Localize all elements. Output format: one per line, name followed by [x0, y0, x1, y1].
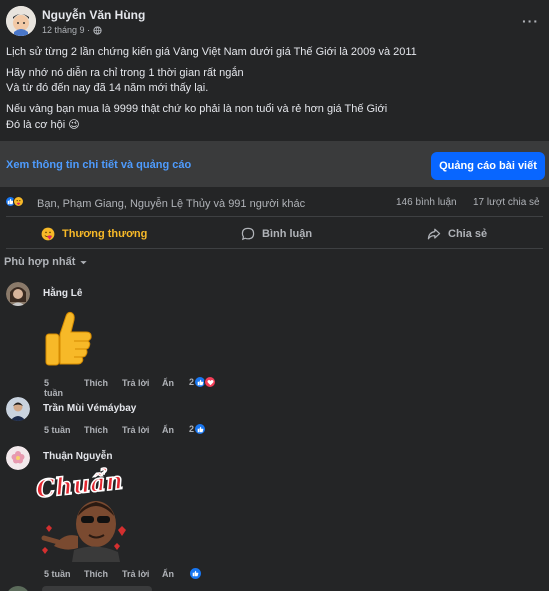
comment-button[interactable]: Bình luận	[240, 226, 312, 242]
author-avatar[interactable]	[6, 6, 36, 36]
comment-hide-button[interactable]: Ẩn	[162, 569, 174, 579]
react-label: Thương thương	[62, 228, 148, 240]
comment-reaction-summary[interactable]	[189, 567, 202, 580]
care-reaction-icon	[13, 196, 24, 207]
react-button[interactable]: Thương thương	[40, 226, 147, 242]
comment-reply-button[interactable]: Trả lời	[122, 378, 149, 388]
author-name[interactable]: Nguyễn Văn Hùng	[42, 8, 145, 22]
chuan-sticker[interactable]: Chuẩn	[34, 465, 134, 562]
cartoon-character-icon	[41, 501, 126, 562]
person-photo-icon	[6, 282, 30, 306]
comment-time[interactable]: 5 tuần	[44, 569, 71, 579]
post-time[interactable]: 12 tháng 9 ·	[42, 25, 102, 35]
comment-time[interactable]: 5 tuần	[44, 425, 71, 435]
comment-icon	[241, 227, 255, 241]
share-count[interactable]: 17 lượt chia sẻ	[473, 197, 540, 208]
promo-details-link[interactable]: Xem thông tin chi tiết và quảng cáo	[6, 159, 191, 171]
divider	[6, 216, 543, 217]
commenter-avatar[interactable]	[6, 397, 30, 421]
sort-dropdown[interactable]: Phù hợp nhất	[4, 256, 88, 268]
post-line-5: Đó là cơ hội 😉	[6, 119, 80, 131]
post-line-4: Nếu vàng bạn mua là 9999 thật chứ ko phả…	[6, 103, 388, 115]
comment-like-button[interactable]: Thích	[84, 569, 108, 579]
share-button[interactable]: Chia sẻ	[426, 226, 487, 242]
reactors-text[interactable]: Bạn, Phạm Giang, Nguyễn Lệ Thủy và 991 n…	[37, 198, 305, 210]
commenter-name[interactable]: Thuận Nguyễn	[43, 451, 112, 462]
like-reaction-icon	[189, 567, 202, 580]
post-line-1: Lịch sử từng 2 lần chứng kiến giá Vàng V…	[6, 46, 417, 58]
love-reaction-icon	[204, 376, 217, 388]
post-line-3: Và từ đó đến nay đã 14 năm mới thấy lại.	[6, 82, 209, 94]
sort-label: Phù hợp nhất	[4, 256, 76, 268]
comment-hide-button[interactable]: Ẩn	[162, 378, 174, 388]
comment-count[interactable]: 146 bình luận	[396, 197, 457, 208]
chevron-down-icon	[80, 260, 88, 264]
comment-reaction-summary[interactable]: 2	[189, 376, 217, 388]
care-emoji-icon	[41, 227, 55, 241]
comment-reply-button[interactable]: Trả lời	[122, 425, 149, 435]
flower-avatar-icon	[6, 446, 30, 470]
comment-like-button[interactable]: Thích	[84, 378, 108, 388]
like-reaction-icon	[194, 423, 207, 435]
commenter-name[interactable]: Trần Mùi Vémáybay	[43, 403, 136, 414]
share-label: Chia sẻ	[448, 228, 488, 240]
thumbs-up-sticker[interactable]	[40, 310, 96, 368]
child-avatar-icon	[6, 6, 36, 36]
comment-like-button[interactable]: Thích	[84, 425, 108, 435]
divider	[6, 248, 543, 249]
commenter-name[interactable]: Hằng Lê	[43, 288, 82, 299]
share-icon	[427, 228, 441, 240]
thumbs-up-icon	[45, 311, 92, 366]
comment-label: Bình luận	[262, 228, 313, 240]
comment-reaction-summary[interactable]: 2	[189, 423, 207, 435]
more-options-icon[interactable]: ···	[522, 13, 539, 29]
reaction-icons[interactable]	[5, 196, 24, 207]
boost-post-button[interactable]: Quảng cáo bài viết	[431, 152, 545, 180]
globe-icon	[93, 25, 102, 35]
post-time-text: 12 tháng 9 ·	[42, 25, 91, 35]
next-comment-bubble	[42, 586, 152, 591]
person-photo-icon	[6, 397, 30, 421]
post-line-2: Hãy nhớ nó diễn ra chỉ trong 1 thời gian…	[6, 67, 244, 79]
comment-hide-button[interactable]: Ẩn	[162, 425, 174, 435]
commenter-avatar[interactable]	[6, 282, 30, 306]
commenter-avatar[interactable]	[6, 446, 30, 470]
commenter-avatar[interactable]	[6, 586, 30, 591]
comment-time[interactable]: 5 tuần	[44, 378, 63, 398]
comment-reply-button[interactable]: Trả lời	[122, 569, 149, 579]
